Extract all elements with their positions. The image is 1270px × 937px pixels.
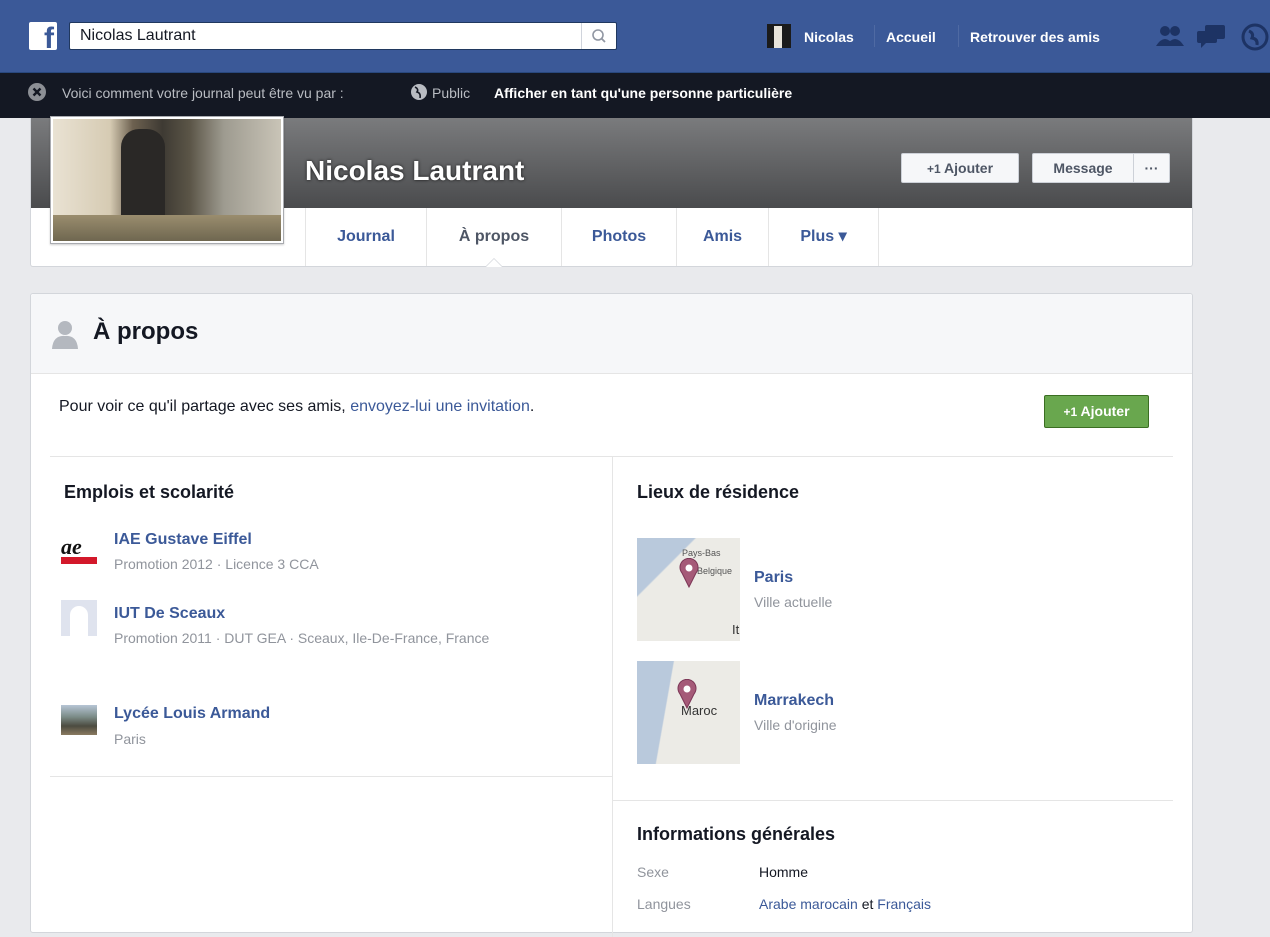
nav-user-profile-link[interactable]: Nicolas bbox=[804, 29, 854, 45]
tab-about[interactable]: À propos bbox=[427, 208, 562, 267]
gender-label: Sexe bbox=[637, 864, 669, 880]
add-friend-label: Ajouter bbox=[944, 160, 994, 176]
friend-requests-icon[interactable] bbox=[1155, 24, 1185, 48]
search-input[interactable] bbox=[70, 23, 580, 49]
add-friend-green-label: Ajouter bbox=[1080, 403, 1130, 419]
places-lived-title: Lieux de résidence bbox=[637, 482, 800, 502]
education-entry-name[interactable]: IUT De Sceaux bbox=[114, 605, 225, 623]
language-link[interactable]: Français bbox=[877, 896, 931, 912]
add-friend-icon: +1 bbox=[926, 162, 941, 176]
profile-photo-image bbox=[53, 119, 281, 241]
map-label: It bbox=[732, 622, 740, 637]
map-label: Belgique bbox=[697, 566, 733, 576]
place-detail: Ville actuelle bbox=[754, 594, 833, 610]
search-box[interactable] bbox=[69, 22, 617, 50]
iae-logo-thumbnail[interactable]: ae bbox=[61, 536, 97, 564]
education-entry-name[interactable]: IAE Gustave Eiffel bbox=[114, 531, 252, 549]
view-as-specific-person-link[interactable]: Afficher en tant qu'une personne particu… bbox=[494, 85, 792, 101]
education-entry-name[interactable]: Lycée Louis Armand bbox=[114, 705, 270, 723]
public-globe-icon bbox=[411, 84, 427, 100]
add-friend-icon: +1 bbox=[1063, 405, 1078, 419]
close-notice-button[interactable] bbox=[28, 83, 46, 101]
general-info-title: Informations générales bbox=[637, 824, 836, 844]
messages-icon[interactable] bbox=[1196, 24, 1226, 48]
divider bbox=[50, 776, 612, 777]
education-entry-detail: Paris bbox=[114, 731, 146, 747]
profile-header: Nicolas Lautrant +1 Ajouter Message ··· … bbox=[30, 116, 1193, 267]
about-section: À propos Pour voir ce qu'il partage avec… bbox=[30, 293, 1193, 937]
add-friend-button[interactable]: +1 Ajouter bbox=[901, 153, 1019, 183]
tab-more[interactable]: Plus ▾ bbox=[769, 208, 879, 266]
place-detail: Ville d'origine bbox=[754, 717, 837, 733]
gender-value: Homme bbox=[759, 864, 809, 880]
education-entry-detail: Promotion 2012 · Licence 3 CCA bbox=[114, 556, 319, 572]
paris-map-thumbnail[interactable]: Pays-Bas Belgique It bbox=[637, 538, 740, 641]
person-icon bbox=[52, 321, 78, 349]
more-options-button[interactable]: ··· bbox=[1133, 153, 1170, 183]
about-title: À propos bbox=[93, 318, 199, 345]
active-tab-caret-icon bbox=[485, 258, 503, 267]
nav-separator bbox=[874, 25, 875, 47]
languages-label: Langues bbox=[637, 896, 691, 912]
language-link[interactable]: Arabe marocain bbox=[759, 896, 858, 912]
work-education-title: Emplois et scolarité bbox=[64, 482, 235, 502]
close-icon bbox=[32, 87, 42, 97]
top-navigation-bar: f Nicolas Accueil Retrouver des amis bbox=[0, 0, 1270, 73]
profile-picture[interactable] bbox=[50, 116, 284, 244]
user-avatar[interactable] bbox=[767, 24, 791, 48]
marrakech-map-thumbnail[interactable]: Maroc bbox=[637, 661, 740, 764]
nav-find-friends-link[interactable]: Retrouver des amis bbox=[970, 29, 1100, 45]
search-button[interactable] bbox=[581, 23, 616, 49]
view-as-notice-bar: Voici comment votre journal peut être vu… bbox=[0, 73, 1270, 118]
tab-photos[interactable]: Photos bbox=[562, 208, 677, 266]
language-joiner: et bbox=[857, 896, 878, 912]
languages-value: Arabe marocain et Français bbox=[759, 896, 931, 912]
divider bbox=[613, 800, 1173, 801]
tab-journal[interactable]: Journal bbox=[306, 208, 427, 266]
profile-name[interactable]: Nicolas Lautrant bbox=[305, 155, 524, 187]
iut-placeholder-thumbnail[interactable] bbox=[61, 600, 97, 636]
place-name[interactable]: Paris bbox=[754, 569, 793, 587]
notifications-globe-icon[interactable] bbox=[1240, 23, 1270, 51]
about-header: À propos bbox=[31, 294, 1192, 374]
search-icon bbox=[592, 29, 606, 43]
add-friend-green-button[interactable]: +1 Ajouter bbox=[1044, 395, 1149, 428]
invite-text-prefix: Pour voir ce qu'il partage avec ses amis… bbox=[59, 398, 351, 415]
place-name[interactable]: Marrakech bbox=[754, 692, 834, 710]
tab-about-label: À propos bbox=[458, 228, 530, 245]
profile-tabs: Journal À propos Photos Amis Plus ▾ bbox=[305, 208, 879, 267]
education-entry-detail: Promotion 2011 · DUT GEA · Sceaux, Ile-D… bbox=[114, 630, 490, 646]
message-button[interactable]: Message bbox=[1032, 153, 1134, 183]
notice-text: Voici comment votre journal peut être vu… bbox=[62, 85, 344, 101]
nav-home-link[interactable]: Accueil bbox=[886, 29, 936, 45]
invite-message: Pour voir ce qu'il partage avec ses amis… bbox=[59, 398, 534, 416]
send-invitation-link[interactable]: envoyez-lui une invitation bbox=[350, 398, 530, 415]
column-divider bbox=[612, 457, 613, 937]
map-pin-icon bbox=[677, 679, 697, 709]
audience-public-label: Public bbox=[432, 85, 471, 101]
tab-friends[interactable]: Amis bbox=[677, 208, 769, 266]
map-pin-icon bbox=[679, 558, 699, 588]
lycee-thumbnail[interactable] bbox=[61, 705, 97, 735]
facebook-logo-letter: f bbox=[44, 22, 54, 50]
map-label: Pays-Bas bbox=[682, 548, 721, 558]
facebook-logo[interactable]: f bbox=[29, 22, 57, 50]
nav-separator bbox=[958, 25, 959, 47]
invite-text-suffix: . bbox=[529, 398, 535, 415]
